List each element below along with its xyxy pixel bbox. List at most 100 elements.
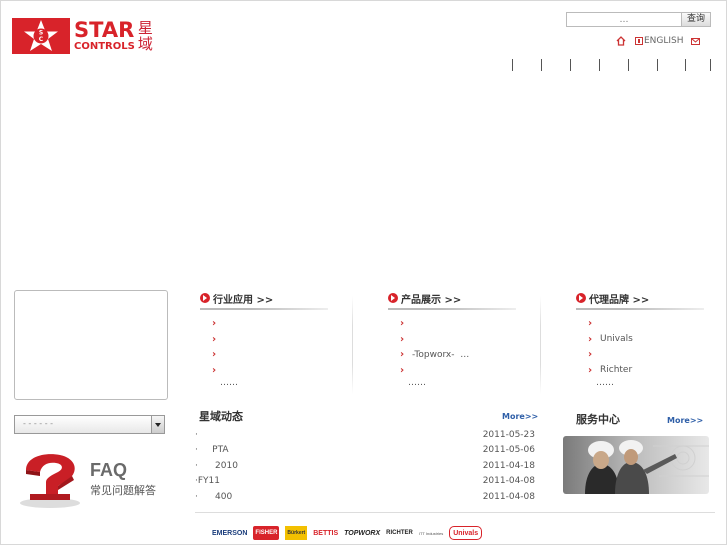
select-value: - - - - - - [23,419,54,428]
list-item[interactable]: › -Topworx- … [400,347,516,363]
list-item[interactable]: › [212,363,328,379]
list-item[interactable]: › Univals [588,332,704,348]
star-icon: S C [24,20,58,51]
products-list: › › › -Topworx- … › [400,316,516,378]
industry-title: 行业应用 >> [213,294,274,306]
arrow-circle-icon [200,293,210,303]
logo-brand: STAR [74,18,135,42]
faq-subtitle: 常见问题解答 [90,484,156,497]
industry-list: › › › › [212,316,328,378]
list-item[interactable]: › [212,347,328,363]
industry-header[interactable]: 行业应用 >> [200,290,328,306]
news-more-link[interactable]: More>> [502,412,538,421]
list-item[interactable]: › [212,332,328,348]
brand-logos: EMERSON FISHER Bürkert BETTIS TOPWORX RI… [212,524,488,542]
brands-list: › › Univals › › Richter [588,316,704,378]
chevron-right-icon: › [400,349,405,361]
brand-logo-emerson[interactable]: EMERSON [212,526,247,540]
nav-separator [512,59,513,71]
faq-banner[interactable]: FAQ 常见问题解答 [16,450,166,512]
question-mark-icon [20,454,80,508]
brand-logo-richter[interactable]: RICHTER [386,526,413,540]
mail-icon[interactable] [690,37,700,45]
home-icon[interactable] [616,36,626,46]
list-item[interactable]: › [588,347,704,363]
list-item[interactable]: · 2011-05-23 [195,427,535,443]
brands-more-link[interactable]: …… [596,378,704,388]
brand-logo-univals[interactable]: Univals [449,526,483,540]
brands-header[interactable]: 代理品牌 >> [576,290,704,306]
products-title: 产品展示 >> [401,294,462,306]
news-date: 2011-05-23 [482,429,535,440]
nav-separator [570,59,571,71]
logo-sub: CONTROLS [74,41,135,52]
news-title: 星域动态 [199,410,243,423]
nav-separator [628,59,629,71]
chevron-right-icon: › [212,333,217,345]
industry-more-link[interactable]: …… [220,378,328,388]
products-section: 产品展示 >> › › › -Topworx- … › …… [388,290,516,390]
top-links: ENGLISH [616,36,700,46]
industry-section: 行业应用 >> › › › › …… [200,290,328,390]
language-icon [635,37,643,45]
list-item[interactable]: › [400,332,516,348]
list-item[interactable]: ·FY11 2011-04-08 [195,474,535,490]
main-nav [512,59,712,71]
search-bar: 查询 [566,12,711,27]
arrow-circle-icon [576,293,586,303]
logo-cn: 星域 [137,19,153,53]
column-divider [540,296,541,394]
list-item[interactable]: › [212,316,328,332]
brands-title: 代理品牌 >> [589,294,650,306]
chevron-right-icon: › [588,349,593,361]
faq-title: FAQ [90,460,128,480]
chevron-right-icon: › [212,349,217,361]
list-item[interactable]: › [400,363,516,379]
chevron-down-icon[interactable] [151,416,164,433]
logo-wordmark: STAR CONTROLS [74,20,135,52]
products-more-link[interactable]: …… [408,378,516,388]
nav-separator [541,59,542,71]
news-list: · 2011-05-23 · PTA 2011-05-06 · 2010 2011-0… [195,427,535,505]
brand-logo-fisher[interactable]: FISHER [253,526,280,540]
login-panel [14,290,168,400]
service-more-link[interactable]: More>> [667,416,703,425]
brands-section: 代理品牌 >> › › Univals › › Richter …… [576,290,704,390]
service-title: 服务中心 [576,413,620,426]
service-banner-image[interactable] [563,436,709,494]
chevron-right-icon: › [588,333,593,345]
brand-logo-burkert[interactable]: Bürkert [285,526,308,540]
list-item[interactable]: · 400 2011-04-08 [195,489,535,505]
site-logo[interactable]: S C STAR CONTROLS 星域 [12,18,155,54]
quick-link-select[interactable]: - - - - - - [14,415,165,434]
chevron-right-icon: › [588,318,593,330]
brand-logo-bettis[interactable]: BETTIS [313,526,338,540]
svg-text:C: C [39,36,44,43]
nav-separator [710,59,711,71]
list-item[interactable]: · PTA 2011-05-06 [195,443,535,459]
engineers-photo [563,436,709,494]
brand-logo-topworx[interactable]: TOPWORX [344,526,380,540]
footer-rule [195,512,715,513]
chevron-right-icon: › [212,318,217,330]
news-date: 2011-04-18 [482,460,535,471]
list-item[interactable]: › Richter [588,363,704,379]
english-link[interactable]: ENGLISH [644,36,684,46]
list-item[interactable]: · 2010 2011-04-18 [195,458,535,474]
search-input[interactable] [566,12,682,27]
column-divider [352,296,353,394]
products-header[interactable]: 产品展示 >> [388,290,516,306]
news-date: 2011-04-08 [482,491,535,502]
search-button[interactable]: 查询 [681,12,711,27]
news-date: 2011-05-06 [482,445,535,456]
list-item[interactable]: › [588,316,704,332]
nav-separator [685,59,686,71]
logo-star-badge: S C [12,18,70,54]
brand-logo-itt[interactable]: ITT Industries [419,526,443,540]
section-rule [388,308,516,310]
chevron-right-icon: › [400,318,405,330]
news-date: 2011-04-08 [482,476,535,487]
chevron-right-icon: › [400,333,405,345]
section-rule [576,308,704,310]
list-item[interactable]: › [400,316,516,332]
